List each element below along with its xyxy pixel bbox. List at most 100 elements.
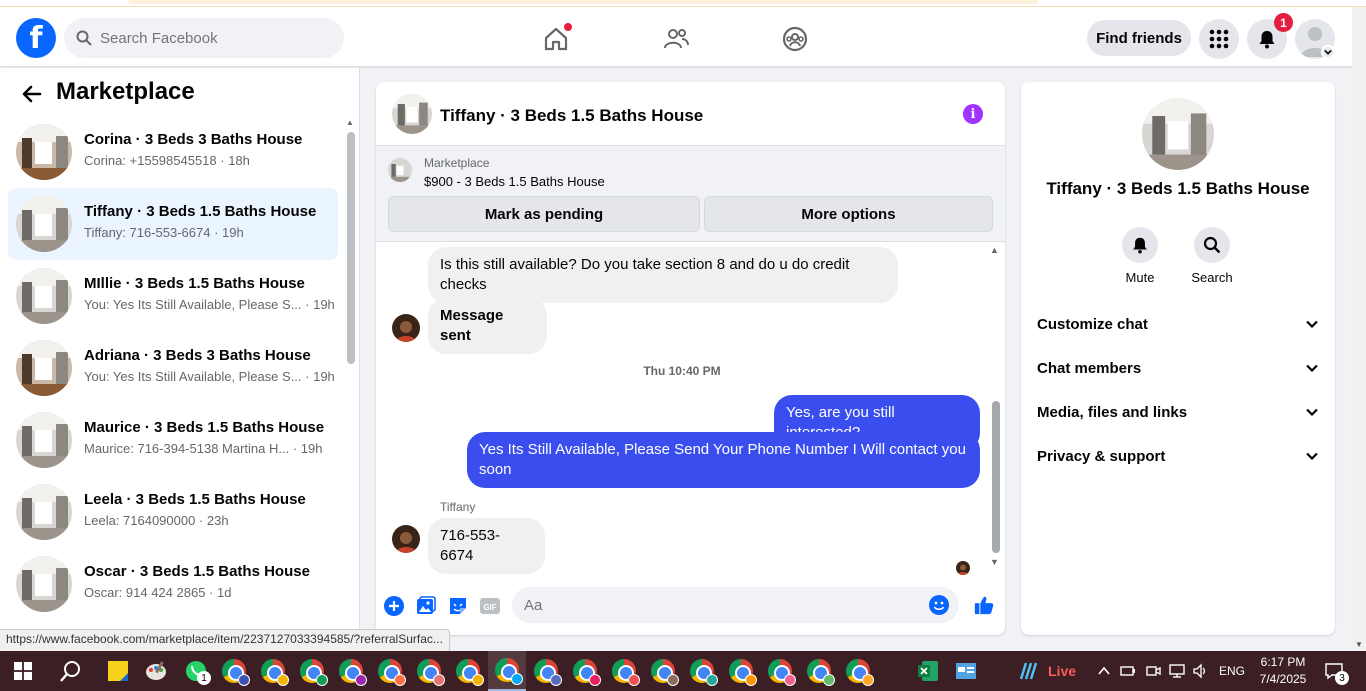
taskbar-chrome-window[interactable] bbox=[605, 651, 643, 691]
sender-avatar[interactable] bbox=[392, 314, 420, 342]
scrollbar-thumb[interactable] bbox=[992, 401, 1000, 553]
incoming-message[interactable]: 716-553-6674 bbox=[428, 518, 545, 574]
incoming-message[interactable]: Message sent bbox=[428, 298, 547, 354]
house-photo-icon bbox=[16, 340, 72, 396]
conversation-item[interactable]: MIllie · 3 Beds 1.5 Baths House You: Yes … bbox=[8, 260, 338, 332]
gif-button[interactable]: GIF bbox=[479, 595, 501, 617]
taskbar-chrome-window[interactable] bbox=[761, 651, 799, 691]
taskbar-chrome-window[interactable] bbox=[839, 651, 877, 691]
grid-menu-icon bbox=[1209, 29, 1229, 49]
chevron-up-icon[interactable] bbox=[1098, 665, 1110, 677]
account-caret[interactable] bbox=[1321, 45, 1335, 59]
taskbar-excel[interactable] bbox=[909, 651, 947, 691]
message-input-box[interactable] bbox=[512, 587, 959, 623]
attach-photo-button[interactable] bbox=[415, 595, 437, 617]
menu-button[interactable] bbox=[1199, 19, 1239, 59]
language-indicator[interactable]: ENG bbox=[1219, 664, 1245, 678]
incoming-message[interactable]: Is this still available? Do you take sec… bbox=[428, 247, 898, 303]
facebook-logo[interactable]: f bbox=[16, 18, 56, 58]
taskbar-chrome-window[interactable] bbox=[683, 651, 721, 691]
conversation-item[interactable]: Adriana · 3 Beds 3 Baths House You: Yes I… bbox=[8, 332, 338, 404]
taskbar-chrome-window[interactable] bbox=[371, 651, 409, 691]
live-weather-icon[interactable] bbox=[1018, 660, 1040, 682]
volume-icon[interactable] bbox=[1192, 663, 1208, 679]
taskbar-chrome-window[interactable] bbox=[644, 651, 682, 691]
media-files-links-row[interactable]: Media, files and links bbox=[1037, 400, 1319, 424]
taskbar-chrome-window[interactable] bbox=[800, 651, 838, 691]
taskbar-chrome-window[interactable] bbox=[449, 651, 487, 691]
taskbar-chrome-window[interactable] bbox=[410, 651, 448, 691]
left-scrollbar[interactable]: ▲ bbox=[346, 118, 356, 648]
listing-thumbnail bbox=[16, 412, 72, 468]
taskbar-chrome-window[interactable] bbox=[488, 651, 526, 691]
privacy-support-row[interactable]: Privacy & support bbox=[1037, 444, 1319, 468]
mute-button[interactable]: Mute bbox=[1110, 227, 1170, 285]
taskbar-chrome-window[interactable] bbox=[293, 651, 331, 691]
notifications-button[interactable]: 1 bbox=[1247, 13, 1293, 59]
taskbar-chrome-window[interactable] bbox=[722, 651, 760, 691]
listing-photo[interactable] bbox=[1142, 98, 1214, 170]
scroll-down-arrow-icon[interactable]: ▼ bbox=[1355, 640, 1363, 649]
message-timestamp: Thu 10:40 PM bbox=[643, 364, 721, 378]
listing-thumbnail bbox=[16, 268, 72, 324]
mark-as-pending-button[interactable]: Mark as pending bbox=[388, 196, 700, 232]
like-button[interactable] bbox=[972, 593, 996, 617]
search-input[interactable] bbox=[100, 29, 320, 47]
groups-nav[interactable] bbox=[777, 21, 813, 57]
chat-scrollbar[interactable]: ▲ ▼ bbox=[989, 245, 1001, 570]
network-icon[interactable] bbox=[1169, 663, 1185, 679]
scroll-up-arrow-icon[interactable]: ▲ bbox=[990, 245, 999, 255]
listing-title[interactable]: $900 - 3 Beds 1.5 Baths House bbox=[424, 174, 605, 189]
info-icon[interactable]: i bbox=[963, 104, 983, 124]
chrome-icon bbox=[690, 659, 718, 686]
conversation-item[interactable]: Maurice · 3 Beds 1.5 Baths House Maurice:… bbox=[8, 404, 338, 476]
conversation-list: Corina · 3 Beds 3 Baths House Corina: +15… bbox=[8, 116, 338, 620]
chrome-icon bbox=[612, 659, 640, 686]
scroll-down-arrow-icon[interactable]: ▼ bbox=[990, 557, 999, 567]
start-button[interactable] bbox=[4, 651, 42, 691]
more-actions-button[interactable] bbox=[383, 595, 405, 617]
taskbar-paint[interactable] bbox=[137, 651, 175, 691]
chat-thumbnail[interactable] bbox=[392, 94, 432, 134]
friends-nav[interactable] bbox=[658, 21, 694, 57]
scrollbar-thumb[interactable] bbox=[347, 132, 355, 364]
chrome-icon bbox=[534, 659, 562, 686]
taskbar-app[interactable] bbox=[947, 651, 985, 691]
find-friends-button[interactable]: Find friends bbox=[1087, 20, 1191, 56]
scroll-up-arrow-icon[interactable]: ▲ bbox=[346, 118, 354, 127]
sticker-button[interactable] bbox=[447, 595, 469, 617]
chat-members-row[interactable]: Chat members bbox=[1037, 356, 1319, 380]
conversation-title: MIllie · 3 Beds 1.5 Baths House bbox=[84, 275, 305, 292]
search-in-chat-button[interactable]: Search bbox=[1182, 227, 1242, 285]
taskbar-chrome-window[interactable] bbox=[215, 651, 253, 691]
taskbar-search-button[interactable] bbox=[52, 651, 90, 691]
taskbar-chrome-window[interactable] bbox=[527, 651, 565, 691]
conversation-item[interactable]: Tiffany · 3 Beds 1.5 Baths House Tiffany:… bbox=[8, 188, 338, 260]
conversation-item[interactable]: Corina · 3 Beds 3 Baths House Corina: +15… bbox=[8, 116, 338, 188]
taskbar-whatsapp[interactable]: 1 bbox=[177, 651, 215, 691]
taskbar-chrome-window[interactable] bbox=[254, 651, 292, 691]
clock-date[interactable]: 7/4/2025 bbox=[1256, 672, 1310, 686]
chrome-icon bbox=[807, 659, 835, 686]
search-box[interactable] bbox=[64, 18, 344, 58]
outgoing-message[interactable]: Yes Its Still Available, Please Send You… bbox=[467, 432, 980, 488]
house-photo-icon bbox=[16, 196, 72, 252]
home-nav[interactable] bbox=[538, 21, 574, 57]
conversation-item[interactable]: Leela · 3 Beds 1.5 Baths House Leela: 716… bbox=[8, 476, 338, 548]
sender-avatar[interactable] bbox=[392, 525, 420, 553]
back-arrow-icon[interactable] bbox=[20, 82, 44, 106]
notification-badge: 1 bbox=[1274, 13, 1293, 32]
message-input[interactable] bbox=[524, 596, 904, 614]
taskbar-chrome-window[interactable] bbox=[332, 651, 370, 691]
taskbar-sticky-notes[interactable] bbox=[99, 651, 137, 691]
taskbar-chrome-window[interactable] bbox=[566, 651, 604, 691]
page-scrollbar[interactable]: ▼ bbox=[1352, 7, 1366, 651]
live-label[interactable]: Live bbox=[1048, 663, 1076, 679]
battery-icon[interactable] bbox=[1120, 663, 1136, 679]
more-options-button[interactable]: More options bbox=[704, 196, 993, 232]
conversation-item[interactable]: Oscar · 3 Beds 1.5 Baths House Oscar: 914… bbox=[8, 548, 338, 620]
clock-time[interactable]: 6:17 PM bbox=[1258, 655, 1308, 669]
emoji-icon[interactable] bbox=[929, 595, 949, 615]
customize-chat-row[interactable]: Customize chat bbox=[1037, 312, 1319, 336]
meet-now-icon[interactable] bbox=[1145, 663, 1161, 679]
